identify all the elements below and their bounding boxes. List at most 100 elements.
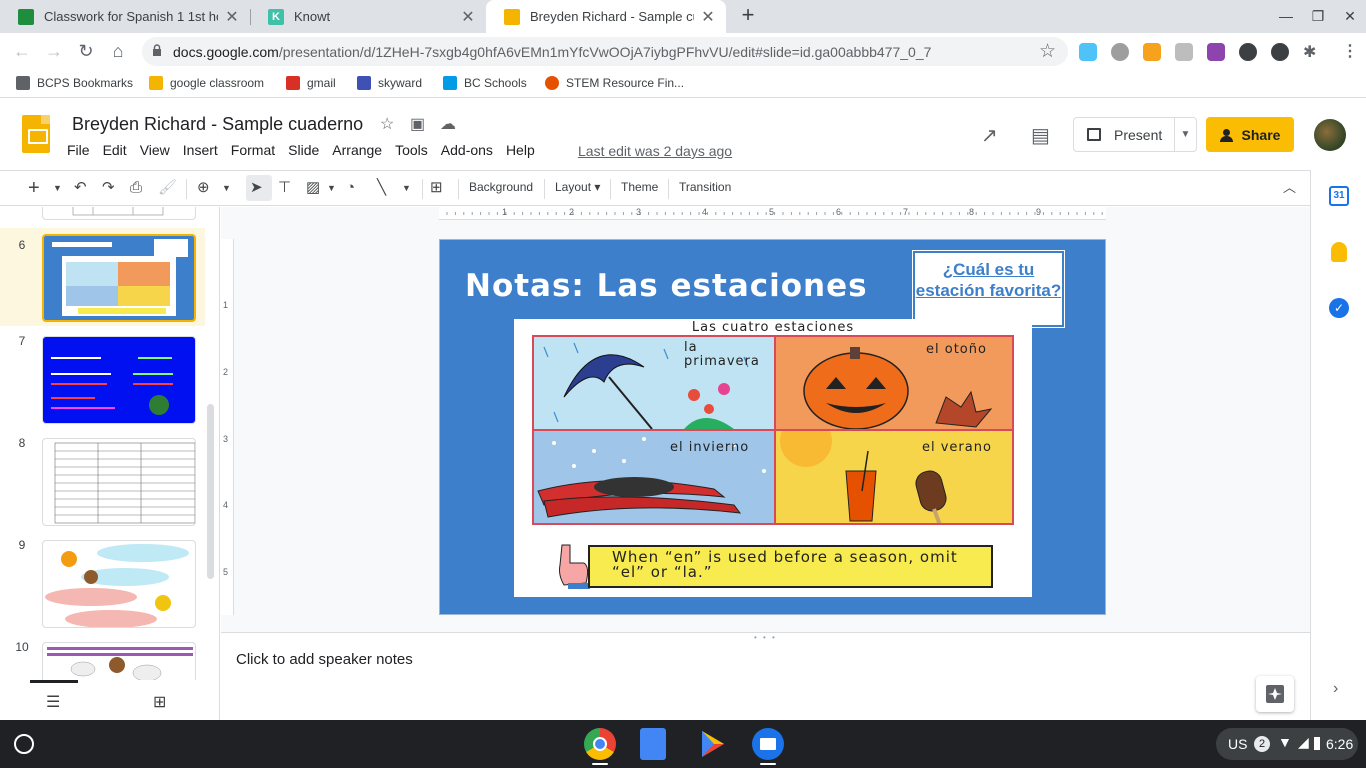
filmstrip-view-icon[interactable]: ☰ (46, 692, 60, 712)
browser-menu-icon[interactable]: ⋮ (1342, 41, 1358, 61)
google-docs-icon[interactable] (640, 728, 666, 760)
extension-gear-icon[interactable] (1111, 43, 1129, 61)
paint-format-icon[interactable]: 🖌 (158, 178, 177, 198)
zoom-dropdown-icon[interactable]: ▼ (222, 178, 231, 198)
grid-view-icon[interactable]: ⊞ (153, 692, 166, 712)
keep-icon[interactable] (1331, 242, 1347, 262)
share-button[interactable]: Share (1206, 117, 1294, 152)
line-dropdown-icon[interactable]: ▼ (402, 178, 411, 198)
menu-format[interactable]: Format (226, 142, 280, 158)
system-tray[interactable]: US 2 ▼ ◢ 6:26 (1216, 728, 1358, 760)
expand-panel-icon[interactable]: › (1333, 680, 1338, 698)
slide-thumbnail[interactable] (42, 540, 196, 628)
shape-icon[interactable]: ◔ (346, 178, 355, 198)
bookmark-stem[interactable]: STEM Resource Fin... (545, 76, 684, 90)
calendar-icon[interactable]: 31 (1329, 186, 1349, 206)
play-store-icon[interactable] (696, 728, 728, 760)
horizontal-ruler[interactable]: 1 2 3 4 5 6 7 8 9 (439, 207, 1106, 220)
browser-tab-slides[interactable]: Breyden Richard - Sample cuade ✕ (486, 0, 726, 33)
extension-lightbulb-icon[interactable] (1143, 43, 1161, 61)
image-icon[interactable]: ▨ (306, 178, 320, 198)
move-folder-icon[interactable]: ▣ (410, 114, 425, 134)
avatar[interactable] (1314, 119, 1346, 151)
filmstrip-scrollbar[interactable] (207, 404, 214, 579)
slide-thumbnail[interactable] (42, 438, 196, 526)
print-icon[interactable]: ⎙ (130, 178, 142, 198)
cloud-status-icon[interactable]: ☁ (440, 114, 456, 134)
slide-thumbnail[interactable] (42, 234, 196, 322)
bookmark-bc-schools[interactable]: BC Schools (443, 76, 527, 90)
address-bar[interactable]: docs.google.com/presentation/d/1ZHeH-7sx… (142, 37, 1068, 66)
extension-shield-2-icon[interactable] (1271, 43, 1289, 61)
slide-row-6[interactable]: 6 (0, 228, 205, 326)
slide-row-9[interactable]: 9 (0, 538, 205, 636)
browser-tab-classwork[interactable]: Classwork for Spanish 1 1st hou ✕ (0, 0, 250, 33)
menu-slide[interactable]: Slide (283, 142, 324, 158)
seasons-poster-image[interactable]: Las cuatro estaciones la primavera el ot… (514, 319, 1032, 597)
menu-insert[interactable]: Insert (178, 142, 223, 158)
menu-add-ons[interactable]: Add-ons (436, 142, 498, 158)
new-slide-dropdown-icon[interactable]: ▼ (53, 178, 62, 198)
chrome-icon[interactable] (584, 728, 616, 760)
favorite-season-link[interactable]: ¿Cuál es tu estación favorita? (916, 260, 1062, 300)
present-button[interactable]: Present ▼ (1073, 117, 1197, 152)
menu-arrange[interactable]: Arrange (327, 142, 387, 158)
menu-view[interactable]: View (135, 142, 175, 158)
restore-icon[interactable]: ❐ (1310, 8, 1326, 25)
collapse-toolbar-icon[interactable]: ︿ (1283, 178, 1296, 198)
minimize-icon[interactable]: — (1278, 8, 1294, 24)
tasks-icon[interactable]: ✓ (1329, 298, 1349, 318)
slide-row-8[interactable]: 8 (0, 436, 205, 534)
background-button[interactable]: Background (469, 180, 533, 194)
current-slide[interactable]: Notas: Las estaciones ¿Cuál es tu estaci… (439, 239, 1106, 615)
activity-trend-icon[interactable]: ↗ (981, 123, 998, 148)
bookmark-google-classroom[interactable]: google classroom (149, 76, 264, 90)
select-arrow-icon[interactable]: ➤ (250, 178, 263, 198)
extension-puzzle-purple-icon[interactable] (1207, 43, 1225, 61)
slides-logo-icon[interactable] (22, 115, 50, 153)
image-dropdown-icon[interactable]: ▼ (327, 178, 336, 198)
last-edit-link[interactable]: Last edit was 2 days ago (578, 143, 732, 159)
menu-file[interactable]: File (62, 142, 95, 158)
transition-button[interactable]: Transition (679, 180, 731, 194)
files-icon[interactable] (752, 728, 784, 760)
notes-resize-handle[interactable]: • • • (221, 632, 1310, 642)
bookmark-skyward[interactable]: skyward (357, 76, 422, 90)
zoom-icon[interactable]: ⊕ (197, 178, 210, 198)
line-icon[interactable]: ╲ (377, 178, 386, 198)
menu-edit[interactable]: Edit (98, 142, 132, 158)
slide-thumbnail[interactable] (42, 207, 196, 220)
close-icon[interactable]: ✕ (700, 7, 716, 27)
slide-thumbnail[interactable] (42, 336, 196, 424)
favorite-season-textbox[interactable]: ¿Cuál es tu estación favorita? (912, 250, 1065, 328)
add-comment-icon[interactable]: ⊞ (430, 178, 443, 198)
extension-copy-icon[interactable] (1175, 43, 1193, 61)
browser-tab-knowt[interactable]: K Knowt ✕ (250, 0, 486, 33)
bookmark-star-icon[interactable]: ☆ (1039, 40, 1056, 63)
redo-icon[interactable]: ↷ (102, 178, 115, 198)
text-box-icon[interactable]: ⊤ (278, 178, 291, 198)
undo-icon[interactable]: ↶ (74, 178, 87, 198)
extension-cloud-icon[interactable] (1079, 43, 1097, 61)
speaker-notes[interactable]: Click to add speaker notes (221, 640, 1310, 720)
present-dropdown-icon[interactable]: ▼ (1174, 118, 1196, 151)
menu-tools[interactable]: Tools (390, 142, 433, 158)
slide-row-7[interactable]: 7 (0, 334, 205, 432)
new-tab-button[interactable]: + (736, 4, 760, 28)
slide-title[interactable]: Notas: Las estaciones (465, 268, 868, 304)
theme-button[interactable]: Theme (621, 180, 658, 194)
close-window-icon[interactable]: ✕ (1342, 8, 1358, 25)
reload-icon[interactable]: ↻ (76, 41, 96, 61)
extension-shield-icon[interactable] (1239, 43, 1257, 61)
home-icon[interactable]: ⌂ (108, 41, 128, 61)
launcher-icon[interactable] (14, 734, 34, 754)
extensions-puzzle-icon[interactable]: ✱ (1303, 42, 1316, 62)
speaker-notes-placeholder[interactable]: Click to add speaker notes (236, 651, 413, 668)
document-title[interactable]: Breyden Richard - Sample cuaderno (72, 114, 363, 135)
layout-button[interactable]: Layout ▾ (555, 180, 600, 194)
star-icon[interactable]: ☆ (380, 114, 394, 134)
comments-icon[interactable]: ▤ (1031, 123, 1050, 148)
close-icon[interactable]: ✕ (224, 7, 240, 27)
vertical-ruler[interactable]: 1 2 3 4 5 (221, 239, 234, 615)
explore-button[interactable] (1256, 676, 1294, 712)
